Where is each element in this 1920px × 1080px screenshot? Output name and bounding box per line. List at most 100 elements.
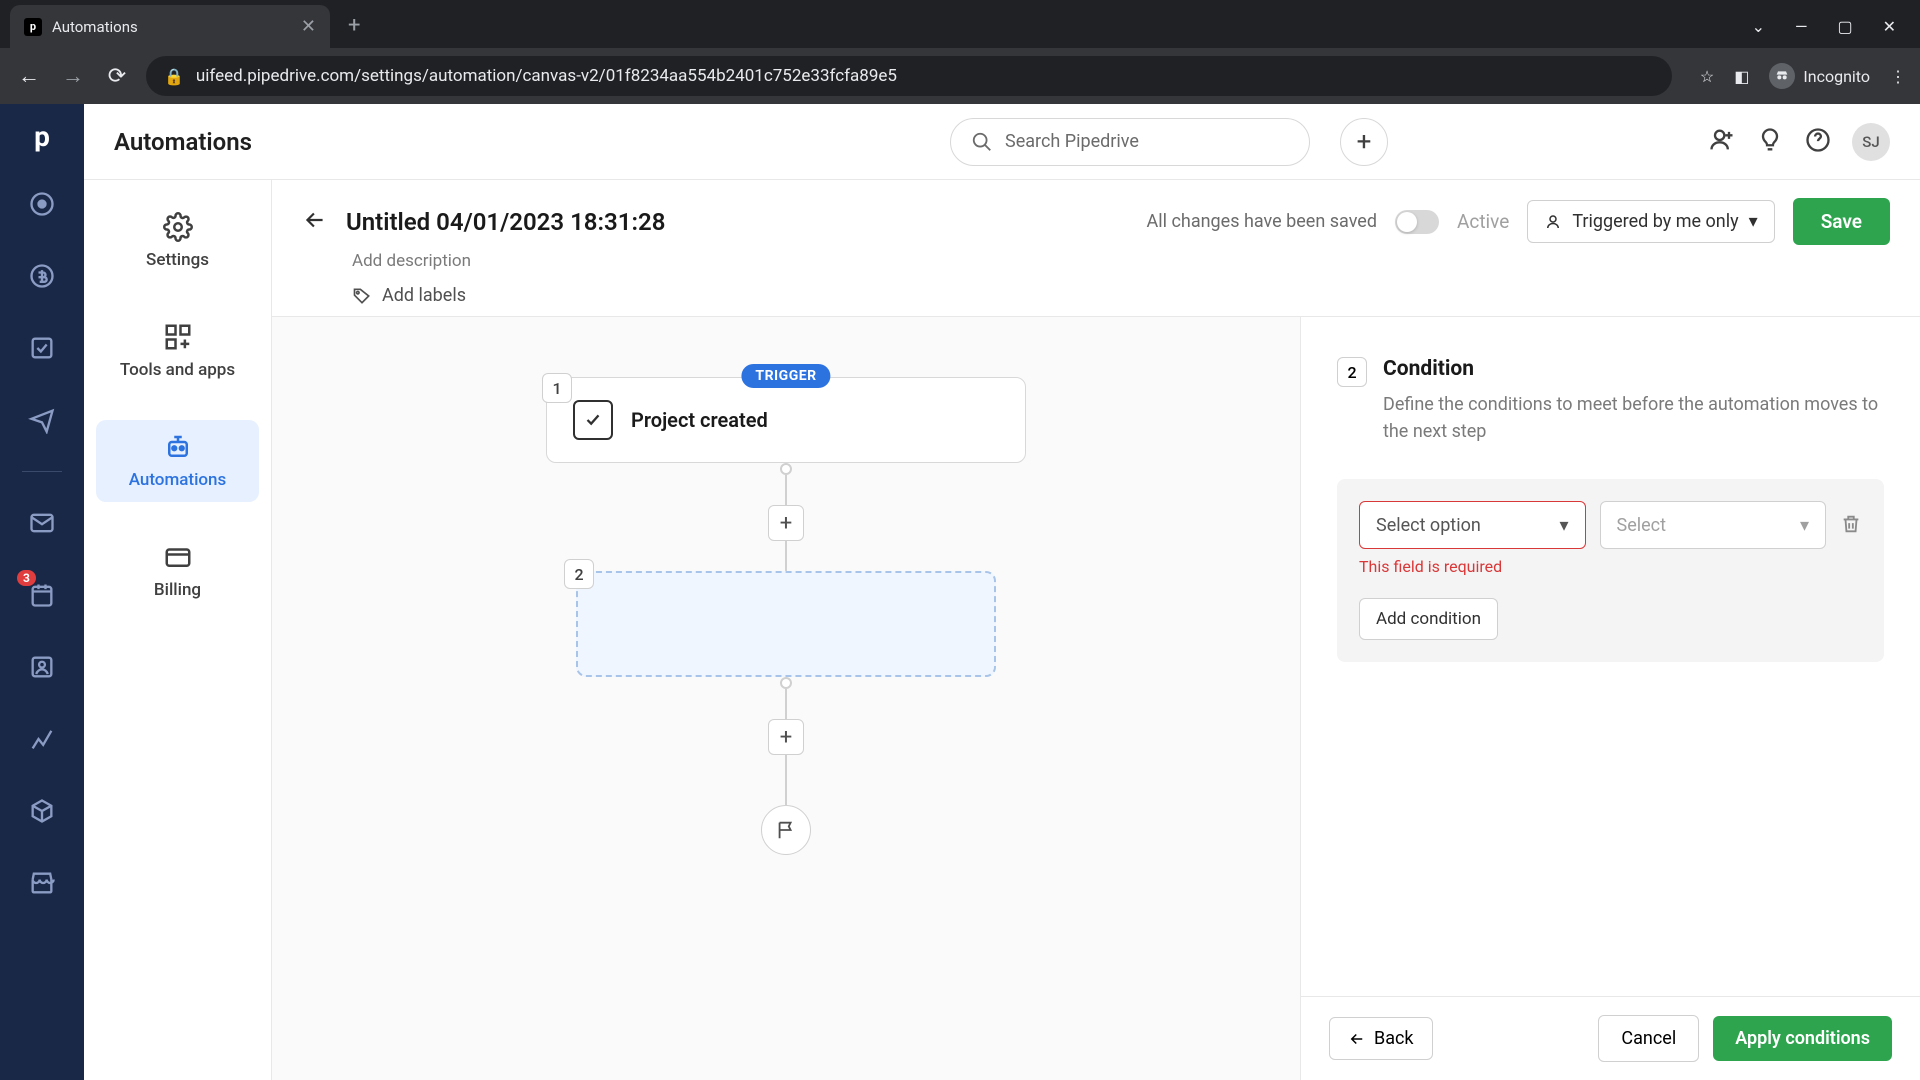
- extensions-icon[interactable]: ◧: [1734, 67, 1749, 86]
- address-bar[interactable]: 🔒 uifeed.pipedrive.com/settings/automati…: [146, 56, 1672, 96]
- save-status: All changes have been saved: [1147, 211, 1377, 232]
- address-bar-row: ← → ⟳ 🔒 uifeed.pipedrive.com/settings/au…: [0, 48, 1920, 104]
- window-controls: ⌄ — ▢ ✕: [1752, 17, 1920, 36]
- subnav-settings[interactable]: Settings: [96, 200, 259, 282]
- robot-icon: [163, 432, 193, 462]
- user-avatar[interactable]: SJ: [1852, 123, 1890, 161]
- condition-node-placeholder[interactable]: [576, 571, 996, 677]
- search-icon: [971, 131, 993, 153]
- topbar: Automations Search Pipedrive + SJ: [84, 104, 1920, 180]
- rail-item-marketplace[interactable]: [21, 862, 63, 904]
- browser-menu-icon[interactable]: ⋮: [1890, 67, 1906, 86]
- new-tab-button[interactable]: +: [348, 13, 360, 38]
- condition-field-dropdown[interactable]: Select option ▾: [1359, 501, 1586, 549]
- active-label: Active: [1457, 210, 1509, 233]
- subnav-automations[interactable]: Automations: [96, 420, 259, 502]
- automation-canvas[interactable]: 1 TRIGGER Project created: [272, 317, 1300, 1080]
- chevron-down-icon: ▾: [1749, 211, 1758, 232]
- condition-block: Select option ▾ Select ▾: [1337, 479, 1884, 662]
- incognito-icon: [1769, 63, 1795, 89]
- chevron-down-icon: ▾: [1559, 515, 1568, 536]
- bookmark-icon[interactable]: ☆: [1700, 67, 1714, 86]
- rail-item-mail[interactable]: [21, 502, 63, 544]
- panel-back-button[interactable]: Back: [1329, 1017, 1433, 1060]
- invite-icon[interactable]: [1708, 126, 1736, 158]
- close-window-icon[interactable]: ✕: [1883, 17, 1896, 36]
- back-arrow-button[interactable]: [302, 207, 328, 237]
- connector: [785, 475, 787, 505]
- minimize-icon[interactable]: —: [1795, 17, 1808, 36]
- add-condition-button[interactable]: Add condition: [1359, 598, 1498, 640]
- step-number-1: 1: [542, 373, 572, 403]
- rail-item-campaigns[interactable]: [21, 399, 63, 441]
- help-icon[interactable]: [1804, 126, 1832, 158]
- project-icon: [573, 400, 613, 440]
- panel-footer: Back Cancel Apply conditions: [1301, 996, 1920, 1080]
- trigger-node[interactable]: TRIGGER Project created: [546, 377, 1026, 463]
- rail-badge: 3: [17, 570, 36, 586]
- gear-icon: [163, 212, 193, 242]
- app-logo[interactable]: p: [34, 120, 50, 153]
- field-error-text: This field is required: [1359, 557, 1862, 576]
- nav-forward-button: →: [58, 63, 88, 89]
- page-title: Automations: [114, 128, 252, 156]
- tools-icon: [163, 322, 193, 352]
- search-input[interactable]: Search Pipedrive: [950, 118, 1310, 166]
- add-step-button[interactable]: +: [768, 505, 804, 541]
- rail-item-products[interactable]: [21, 790, 63, 832]
- condition-operator-dropdown[interactable]: Select ▾: [1600, 501, 1827, 549]
- condition-panel: 2 Condition Define the conditions to mee…: [1300, 317, 1920, 1080]
- active-toggle[interactable]: [1395, 210, 1439, 234]
- incognito-badge[interactable]: Incognito: [1769, 63, 1870, 89]
- trigger-node-title: Project created: [631, 408, 768, 432]
- rail-item-focus[interactable]: [21, 183, 63, 225]
- panel-title: Condition: [1383, 357, 1884, 381]
- rail-item-deals[interactable]: [21, 255, 63, 297]
- chevron-down-icon: ▾: [1800, 515, 1809, 536]
- card-icon: [163, 542, 193, 572]
- step-number-2: 2: [564, 559, 594, 589]
- delete-condition-button[interactable]: [1840, 513, 1862, 539]
- close-tab-icon[interactable]: ✕: [301, 16, 316, 37]
- reload-button[interactable]: ⟳: [102, 64, 132, 89]
- connector-dot: [780, 677, 792, 689]
- finish-node: [761, 805, 811, 855]
- rail-item-insights[interactable]: [21, 718, 63, 760]
- flag-icon: [775, 819, 797, 841]
- rail-item-contacts[interactable]: [21, 646, 63, 688]
- connector-dot: [780, 463, 792, 475]
- search-placeholder: Search Pipedrive: [1005, 131, 1139, 152]
- lock-icon: 🔒: [164, 67, 184, 86]
- add-step-button[interactable]: +: [768, 719, 804, 755]
- maximize-icon[interactable]: ▢: [1837, 17, 1852, 36]
- automation-title[interactable]: Untitled 04/01/2023 18:31:28: [346, 208, 665, 236]
- browser-tab[interactable]: p Automations ✕: [10, 5, 330, 48]
- add-labels-link[interactable]: Add labels: [352, 285, 1890, 306]
- left-rail: p 3: [0, 104, 84, 1080]
- arrow-left-icon: [1348, 1030, 1366, 1048]
- connector: [785, 755, 787, 805]
- nav-back-button[interactable]: ←: [14, 63, 44, 89]
- trigger-badge: TRIGGER: [741, 364, 830, 388]
- subnav-billing[interactable]: Billing: [96, 530, 259, 612]
- quick-add-button[interactable]: +: [1340, 118, 1388, 166]
- panel-description: Define the conditions to meet before the…: [1383, 391, 1884, 445]
- settings-subnav: Settings Tools and apps Automations Bill…: [84, 180, 272, 1080]
- url-text: uifeed.pipedrive.com/settings/automation…: [196, 66, 897, 86]
- user-icon: [1544, 213, 1562, 231]
- assistant-icon[interactable]: [1756, 126, 1784, 158]
- apply-conditions-button[interactable]: Apply conditions: [1713, 1016, 1892, 1061]
- subnav-tools[interactable]: Tools and apps: [96, 310, 259, 392]
- panel-step-number: 2: [1337, 357, 1367, 387]
- chevron-down-icon[interactable]: ⌄: [1752, 17, 1765, 36]
- browser-tab-strip: p Automations ✕ + ⌄ — ▢ ✕: [0, 0, 1920, 48]
- add-description-link[interactable]: Add description: [352, 251, 1890, 271]
- cancel-button[interactable]: Cancel: [1598, 1015, 1699, 1062]
- connector: [785, 689, 787, 719]
- save-button[interactable]: Save: [1793, 198, 1890, 245]
- favicon: p: [24, 18, 42, 36]
- rail-item-projects[interactable]: [21, 327, 63, 369]
- trigger-scope-dropdown[interactable]: Triggered by me only ▾: [1527, 200, 1774, 243]
- rail-item-activities[interactable]: 3: [21, 574, 63, 616]
- trash-icon: [1840, 513, 1862, 535]
